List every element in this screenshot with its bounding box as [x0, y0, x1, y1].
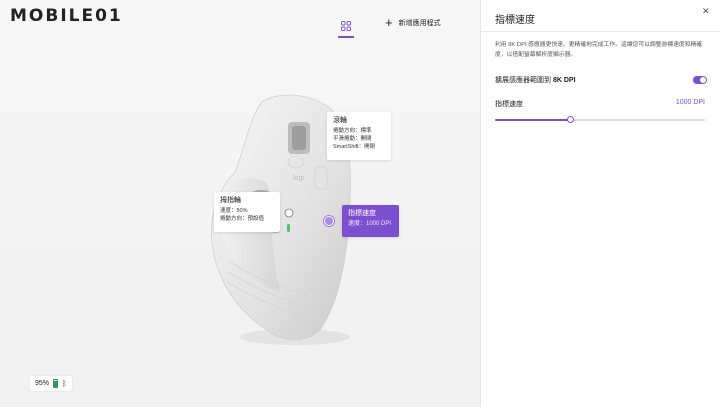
- thumb-wheel-title: 拇指輪: [220, 197, 241, 204]
- plus-icon: +: [385, 15, 393, 30]
- close-icon[interactable]: ✕: [702, 6, 710, 17]
- bluetooth-icon: ᛒ: [62, 379, 67, 388]
- panel-divider: [481, 31, 720, 32]
- expand-range-label-bold: 8K DPI: [552, 77, 576, 84]
- add-app-button[interactable]: + 新增應用程式: [385, 15, 441, 30]
- active-tab-indicator: [338, 36, 354, 38]
- thumb-wheel-callout[interactable]: 拇指輪 速度：50% 捲動方向：預設值: [214, 192, 280, 232]
- pointer-speed-callout-title: 指標速度: [348, 210, 376, 217]
- watermark-logo: MOBILE01: [10, 6, 123, 26]
- pointer-speed-callout[interactable]: 指標速度 速度：1000 DPI: [342, 205, 399, 237]
- scroll-wheel-title: 滾輪: [333, 117, 347, 124]
- add-app-label: 新增應用程式: [398, 20, 441, 27]
- watermark-text: MOBILE01: [10, 6, 123, 26]
- battery-status: 95% ᛒ: [30, 376, 72, 391]
- slider-fill: [495, 119, 571, 121]
- battery-icon: [53, 379, 59, 388]
- scroll-direction-text: 捲動方向：標準: [333, 128, 372, 134]
- panel-description: 利用 8K DPI 感應器更快速、更精確地完成工作。這讓您可以調整游標速度和精確…: [495, 42, 703, 58]
- smooth-scroll-text: 平滑捲動：開閉: [333, 136, 372, 142]
- pointer-speed-label: 指標速度: [495, 101, 523, 108]
- pointer-speed-value: 1000 DPI: [675, 99, 705, 106]
- pointer-speed-callout-value: 速度：1000 DPI: [348, 221, 392, 227]
- grid-view-button[interactable]: [338, 18, 354, 34]
- expand-range-label: 擴展感應器範圍到 8K DPI: [495, 75, 576, 85]
- battery-percent: 95%: [35, 380, 50, 387]
- pointer-speed-slider[interactable]: [495, 116, 705, 123]
- pointer-speed-row: 指標速度 1000 DPI: [495, 99, 705, 109]
- thumb-speed-text: 速度：50%: [220, 208, 248, 214]
- settings-panel: [480, 0, 720, 407]
- smartshift-text: SmartShift：開閉: [333, 144, 376, 150]
- slider-thumb[interactable]: [567, 116, 575, 123]
- expand-range-label-prefix: 擴展感應器範圍到: [495, 77, 553, 84]
- grid-icon: [341, 21, 351, 31]
- svg-text:logi: logi: [293, 175, 304, 182]
- pointer-speed-hotspot[interactable]: [324, 216, 334, 226]
- expand-range-toggle[interactable]: [693, 76, 707, 84]
- expand-range-row: 擴展感應器範圍到 8K DPI: [495, 75, 707, 85]
- thumb-direction-text: 捲動方向：預設值: [220, 216, 265, 222]
- scroll-wheel-callout[interactable]: 滾輪 捲動方向：標準 平滑捲動：開閉 SmartShift：開閉: [327, 112, 391, 160]
- panel-title: 指標速度: [495, 15, 535, 26]
